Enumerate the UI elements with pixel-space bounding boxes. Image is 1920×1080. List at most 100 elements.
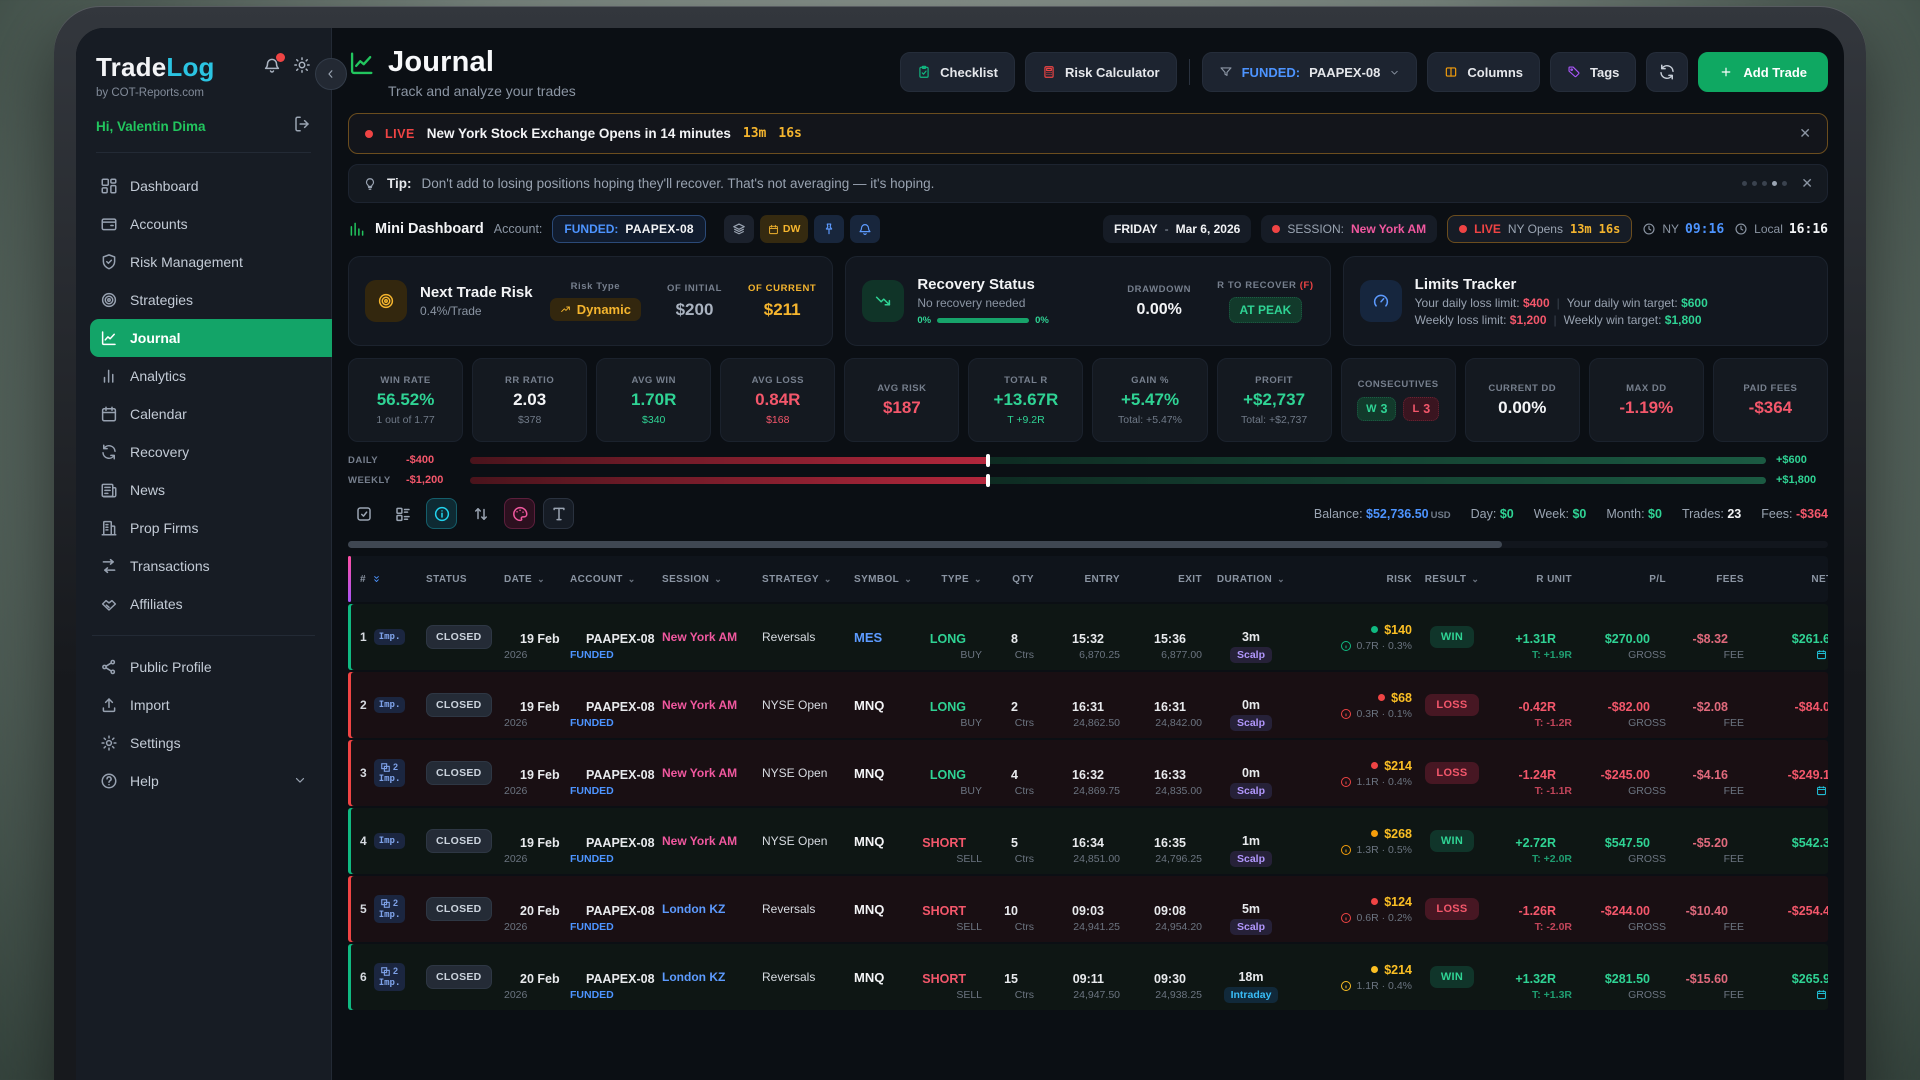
sidebar-item-journal[interactable]: Journal [90, 319, 332, 357]
risk-calculator-button[interactable]: Risk Calculator [1025, 52, 1177, 92]
import-badge: 2 Imp. [374, 759, 406, 787]
session-value: New York AM [662, 766, 737, 780]
checklist-button[interactable]: Checklist [900, 52, 1015, 92]
column-header-session[interactable]: SESSION⌄ [662, 574, 756, 585]
close-icon[interactable]: ✕ [1799, 125, 1811, 142]
column-header-status[interactable]: STATUS [426, 574, 498, 585]
sidebar-item-label: Import [130, 697, 170, 713]
column-header-strategy[interactable]: STRATEGY⌄ [762, 574, 848, 585]
sidebar-divider [92, 635, 315, 636]
countdown-seconds: 16s [778, 126, 801, 141]
column-header-account[interactable]: ACCOUNT⌄ [570, 574, 656, 585]
column-header-duration[interactable]: DURATION⌄ [1208, 574, 1294, 585]
risk-type-badge[interactable]: Dynamic [550, 298, 641, 321]
card-subtitle: 0.4%/Trade [420, 304, 533, 318]
select-checkbox-tool[interactable] [348, 498, 379, 529]
calendar-mini-icon [1816, 989, 1827, 1000]
column-header-date[interactable]: DATE⌄ [504, 574, 564, 585]
close-icon[interactable]: ✕ [1801, 175, 1813, 192]
table-row[interactable]: 6 2 Imp. CLOSED 20 Feb2026 PAAPEX-08FUND… [348, 944, 1828, 1010]
column-header-runit[interactable]: R UNIT [1492, 574, 1572, 585]
sidebar-item-affiliates[interactable]: Affiliates [90, 585, 317, 623]
sidebar-nav: Dashboard Accounts Risk Management Strat… [90, 167, 317, 800]
limit-bars: DAILY -$400 +$600 WEEKLY -$1,200 +$1,800 [348, 454, 1828, 486]
column-header-qty[interactable]: QTY [988, 574, 1034, 585]
clipboard-check-icon [917, 65, 931, 79]
result-badge: LOSS [1425, 898, 1478, 920]
tip-pagination-dots[interactable] [1742, 181, 1787, 186]
sidebar-item-public-profile[interactable]: Public Profile [90, 648, 317, 686]
layers-chip[interactable] [724, 215, 754, 243]
columns-button[interactable]: Columns [1427, 52, 1540, 92]
column-header-type[interactable]: TYPE⌄ [918, 574, 982, 585]
sidebar-item-accounts[interactable]: Accounts [90, 205, 317, 243]
table-row[interactable]: 5 2 Imp. CLOSED 20 Feb2026 PAAPEX-08FUND… [348, 876, 1828, 942]
sidebar-item-analytics[interactable]: Analytics [90, 357, 317, 395]
live-countdown-pill: LIVE NY Opens 13m 16s [1447, 215, 1632, 243]
row-number: 4 [360, 834, 367, 848]
sidebar-item-help[interactable]: Help [90, 762, 317, 800]
strategy-value: Reversals [762, 630, 815, 644]
dw-calendar-chip[interactable]: DW [760, 215, 809, 243]
sidebar-item-risk-management[interactable]: Risk Management [90, 243, 317, 281]
column-header-fees[interactable]: FEES [1672, 574, 1744, 585]
add-trade-button[interactable]: Add Trade [1698, 52, 1828, 92]
scrollbar-thumb[interactable] [348, 541, 1502, 548]
live-dot [365, 130, 373, 138]
column-header-pl[interactable]: P/L [1578, 574, 1666, 585]
next-trade-risk-card: Next Trade Risk 0.4%/Trade Risk Type Dyn… [348, 256, 833, 346]
table-row[interactable]: 4 Imp. CLOSED 19 Feb2026 PAAPEX-08FUNDED… [348, 808, 1828, 874]
sidebar-item-label: Affiliates [130, 596, 183, 612]
sidebar-item-transactions[interactable]: Transactions [90, 547, 317, 585]
sidebar-item-recovery[interactable]: Recovery [90, 433, 317, 471]
column-header-num[interactable]: # [348, 574, 420, 585]
of-initial-label: OF INITIAL [667, 283, 722, 294]
account-filter-dropdown[interactable]: FUNDED: PAAPEX-08 [1202, 52, 1418, 92]
trend-up-icon [560, 304, 571, 315]
consecutive-losses-badge: L3 [1403, 397, 1439, 421]
sidebar-item-strategies[interactable]: Strategies [90, 281, 317, 319]
sidebar-item-settings[interactable]: Settings [90, 724, 317, 762]
column-header-result[interactable]: RESULT⌄ [1418, 574, 1486, 585]
status-badge: CLOSED [426, 625, 492, 649]
month-value: $0 [1648, 507, 1662, 521]
sidebar-item-dashboard[interactable]: Dashboard [90, 167, 317, 205]
sidebar-item-news[interactable]: News [90, 471, 317, 509]
symbol-value: MNQ [854, 970, 884, 985]
column-header-symbol[interactable]: SYMBOL⌄ [854, 574, 912, 585]
refresh-icon [1658, 63, 1676, 81]
layout-list-tool[interactable] [387, 498, 418, 529]
sort-tool[interactable] [465, 498, 496, 529]
table-row[interactable]: 3 2 Imp. CLOSED 19 Feb2026 PAAPEX-08FUND… [348, 740, 1828, 806]
alert-bell-chip[interactable] [850, 215, 880, 243]
tags-button[interactable]: Tags [1550, 52, 1636, 92]
column-header-entry[interactable]: ENTRY [1040, 574, 1120, 585]
notifications-bell-icon[interactable] [263, 56, 281, 79]
palette-tool[interactable] [504, 498, 535, 529]
theme-toggle-icon[interactable] [293, 56, 311, 79]
handshake-icon [100, 595, 118, 613]
session-value: London KZ [662, 970, 725, 984]
drawdown-value: 0.00% [1136, 301, 1181, 319]
table-toolbar [348, 498, 574, 529]
pin-chip[interactable] [814, 215, 844, 243]
result-badge: WIN [1430, 830, 1474, 852]
tag-icon [1567, 65, 1581, 79]
info-tool[interactable] [426, 498, 457, 529]
refresh-button[interactable] [1646, 52, 1688, 92]
symbol-value: MNQ [854, 902, 884, 917]
sidebar-item-prop-firms[interactable]: Prop Firms [90, 509, 317, 547]
text-size-tool[interactable] [543, 498, 574, 529]
card-title: Recovery Status [917, 276, 1048, 293]
sidebar-item-calendar[interactable]: Calendar [90, 395, 317, 433]
horizontal-scrollbar[interactable] [348, 541, 1828, 548]
logout-icon[interactable] [293, 115, 311, 138]
column-header-risk[interactable]: RISK [1300, 574, 1412, 585]
account-badge[interactable]: FUNDED: PAAPEX-08 [552, 215, 706, 243]
column-header-exit[interactable]: EXIT [1126, 574, 1202, 585]
table-row[interactable]: 1 Imp. CLOSED 19 Feb2026 PAAPEX-08FUNDED… [348, 604, 1828, 670]
sidebar-collapse-button[interactable] [315, 58, 347, 90]
sidebar-item-import[interactable]: Import [90, 686, 317, 724]
column-header-net[interactable]: NET P/ [1750, 574, 1828, 585]
table-row[interactable]: 2 Imp. CLOSED 19 Feb2026 PAAPEX-08FUNDED… [348, 672, 1828, 738]
